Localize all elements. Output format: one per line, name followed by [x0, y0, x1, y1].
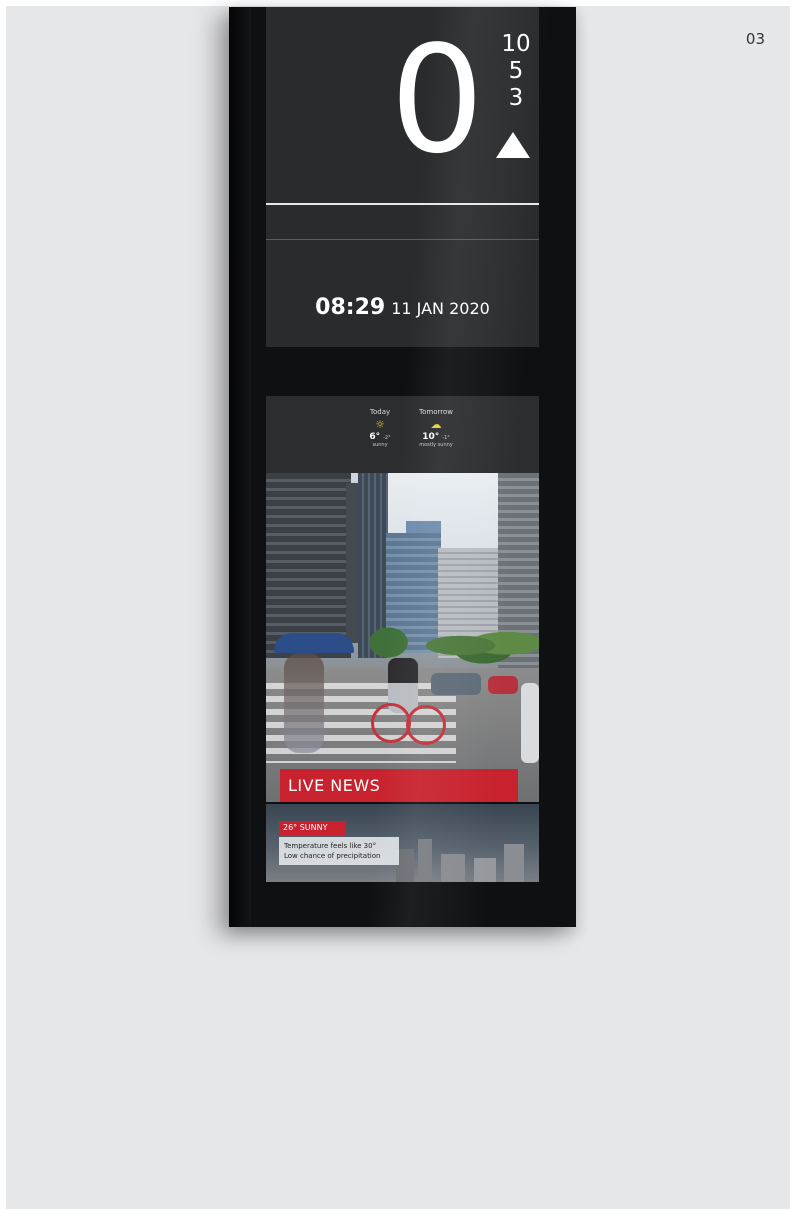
weather-ticker: 26° SUNNY Temperature feels like 30° Low…	[266, 804, 539, 882]
weather-temp: 6°	[369, 432, 381, 442]
ticker-text: Temperature feels like 30° Low chance of…	[279, 837, 399, 865]
photo-pedestrians	[284, 653, 324, 753]
direction-up-arrow-icon	[496, 132, 530, 158]
ticker-line: Temperature feels like 30°	[284, 842, 377, 850]
ticker-skyline	[386, 824, 539, 882]
queued-floor: 5	[508, 58, 524, 84]
weather-desc: sunny	[372, 442, 388, 448]
sun-icon: ☼	[375, 418, 385, 431]
clock: 08:29 11 JAN 2020	[266, 295, 539, 320]
weather-desc: mostly sunny	[419, 442, 453, 448]
current-floor-number: 0	[390, 14, 484, 186]
weather-day-label: Today	[369, 408, 391, 416]
divider	[266, 239, 539, 240]
page-number: 03	[745, 30, 765, 48]
weather-temp: 10°	[422, 432, 440, 442]
photo-car	[521, 683, 539, 763]
floor-indicator-panel: 0 10 5 3 08:29 11 JAN 2020	[266, 7, 539, 347]
device-bezel-edge	[229, 7, 251, 927]
weather-low: -1°	[442, 435, 450, 441]
floor-queue: 10 5 3	[496, 31, 536, 112]
weather-tomorrow: Tomorrow ☁ 10° -1° mostly sunny	[406, 408, 466, 448]
queued-floor: 3	[508, 85, 524, 111]
photo-bicycle-wheel	[371, 703, 411, 743]
ticker-line: Low chance of precipitation	[284, 852, 381, 860]
divider	[266, 203, 539, 205]
ticker-badge: 26° SUNNY	[279, 821, 345, 835]
live-news-banner: LIVE NEWS	[280, 769, 518, 802]
news-photo: LIVE NEWS	[266, 473, 539, 802]
photo-car	[488, 676, 518, 694]
queued-floor: 10	[501, 31, 531, 57]
photo-car	[431, 673, 481, 695]
clock-time: 08:29	[315, 295, 386, 320]
weather-today: Today ☼ 6° -2° sunny	[350, 408, 410, 448]
weather-day-label: Tomorrow	[419, 408, 453, 416]
photo-tree	[366, 625, 411, 660]
photo-building	[266, 473, 351, 658]
weather-low: -2°	[383, 435, 391, 441]
partly-cloudy-icon: ☁	[430, 418, 442, 431]
clock-date: 11 JAN 2020	[391, 299, 490, 318]
photo-umbrella	[274, 633, 354, 653]
photo-bicycle-wheel	[406, 705, 446, 745]
photo-trees	[426, 623, 539, 668]
weather-panel: Today ☼ 6° -2° sunny Tomorrow ☁ 10° -1° mo…	[266, 396, 539, 474]
elevator-display-device: 0 10 5 3 08:29 11 JAN 2020 Today ☼ 6° -2° …	[229, 7, 576, 927]
